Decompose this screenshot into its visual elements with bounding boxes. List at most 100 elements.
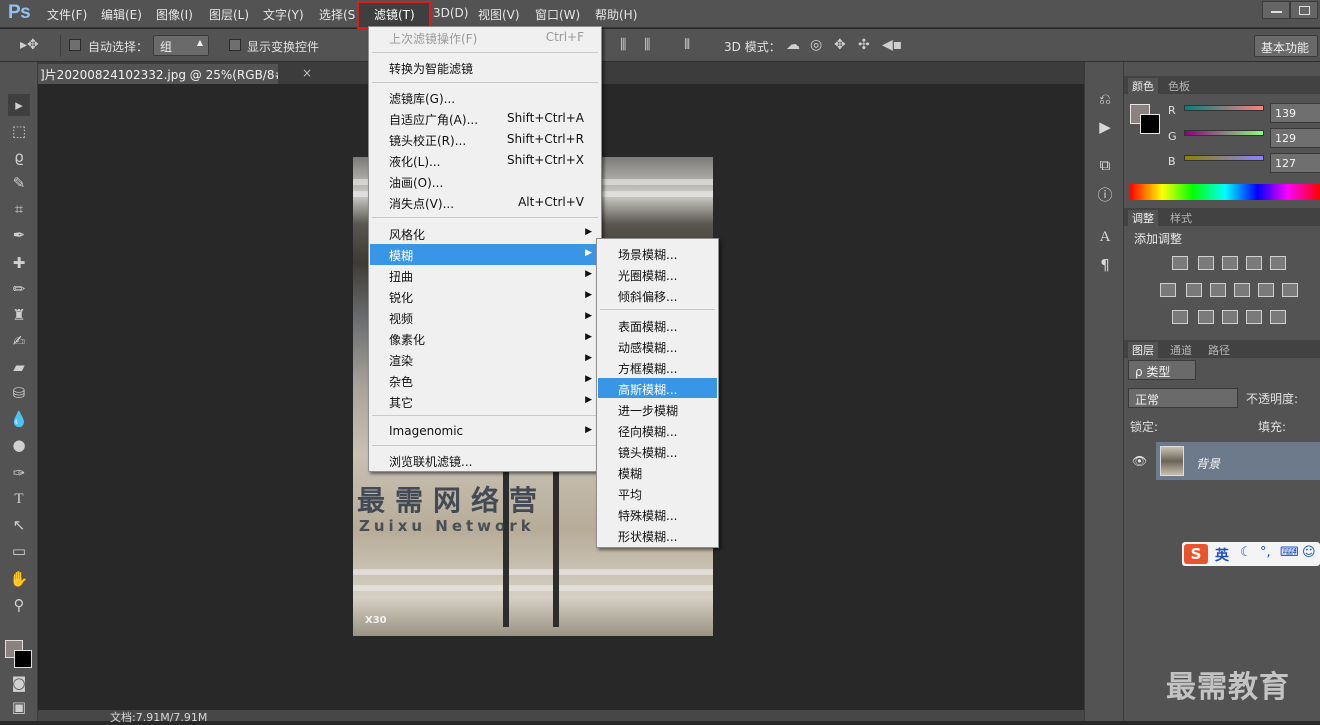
menu-edit[interactable]: 编辑(E): [101, 6, 142, 23]
brightness-icon[interactable]: [1172, 256, 1188, 270]
info-icon[interactable]: ⓘ: [1096, 186, 1114, 204]
tab-color[interactable]: 颜色: [1128, 78, 1158, 94]
3d-roll-icon[interactable]: ◎: [810, 37, 822, 53]
vibrance-icon[interactable]: [1270, 256, 1286, 270]
quick-mask-icon[interactable]: ◙: [8, 672, 30, 694]
type-tool-icon[interactable]: T: [8, 488, 30, 510]
screen-mode-icon[interactable]: ▣: [8, 696, 30, 718]
menu-type[interactable]: 文字(Y): [263, 6, 304, 23]
menu-item-filter-gallery[interactable]: 滤镜库(G)...: [370, 87, 600, 108]
menu-item-browse-online[interactable]: 浏览联机滤镜...: [370, 450, 600, 471]
menu-item-smart-blur[interactable]: 特殊模糊...: [598, 504, 717, 524]
menu-item-last-filter[interactable]: 上次滤镜操作(F) Ctrl+F: [370, 27, 600, 48]
workspace-button[interactable]: 基本功能: [1254, 35, 1318, 57]
blue-slider[interactable]: [1184, 155, 1264, 161]
menu-item-tilt-shift[interactable]: 倾斜偏移...: [598, 285, 717, 305]
distribute-icon[interactable]: ⦀: [684, 37, 690, 53]
menu-3d[interactable]: 3D(D): [433, 6, 468, 20]
layer-kind-filter[interactable]: ρ 类型: [1128, 360, 1196, 380]
menu-file[interactable]: 文件(F): [47, 6, 87, 23]
menu-item-surface-blur[interactable]: 表面模糊...: [598, 315, 717, 335]
healing-tool-icon[interactable]: ✚: [8, 252, 30, 274]
menu-item-liquify[interactable]: 液化(L)... Shift+Ctrl+X: [370, 150, 600, 171]
red-value[interactable]: 139: [1270, 103, 1320, 123]
menu-item-shape-blur[interactable]: 形状模糊...: [598, 525, 717, 545]
pen-tool-icon[interactable]: ✑: [8, 462, 30, 484]
menu-item-convert-smart-filter[interactable]: 转换为智能滤镜: [370, 57, 600, 78]
eyedropper-tool-icon[interactable]: ✒: [8, 224, 30, 246]
punctuation-icon[interactable]: °,: [1260, 545, 1271, 560]
color-panel-background[interactable]: [1140, 114, 1160, 134]
levels-icon[interactable]: [1198, 256, 1214, 270]
menu-item-noise[interactable]: 杂色 ▶: [370, 370, 600, 391]
ime-toolbar[interactable]: S 英 ☾ °, ⌨ ☺: [1182, 542, 1320, 566]
restore-button[interactable]: [1290, 1, 1318, 19]
show-transform-checkbox[interactable]: [229, 39, 241, 51]
menu-item-iris-blur[interactable]: 光圈模糊...: [598, 264, 717, 284]
hue-saturation-icon[interactable]: [1160, 283, 1176, 297]
3d-rotate-icon[interactable]: ☁: [786, 37, 800, 53]
path-select-icon[interactable]: ↖: [8, 514, 30, 536]
menu-item-render[interactable]: 渲染 ▶: [370, 349, 600, 370]
menu-layer[interactable]: 图层(L): [209, 6, 249, 23]
menu-filter[interactable]: 滤镜(T): [374, 6, 415, 23]
channel-mixer-icon[interactable]: [1258, 283, 1274, 297]
menu-item-box-blur[interactable]: 方框模糊...: [598, 357, 717, 377]
3d-icon[interactable]: ⧉: [1096, 156, 1114, 174]
document-tab[interactable]: ]片20200824102332.jpg @ 25%(RGB/8#): [38, 64, 278, 84]
3d-camera-icon[interactable]: ◀▪: [882, 37, 902, 53]
menu-window[interactable]: 窗口(W): [535, 6, 580, 23]
menu-item-pixelate[interactable]: 像素化 ▶: [370, 328, 600, 349]
layer-name[interactable]: 背景: [1196, 455, 1220, 472]
moon-icon[interactable]: ☾: [1240, 545, 1252, 560]
menu-item-other[interactable]: 其它 ▶: [370, 391, 600, 412]
brush-tool-icon[interactable]: ✏: [8, 278, 30, 300]
color-balance-icon[interactable]: [1186, 283, 1202, 297]
character-icon[interactable]: A: [1096, 228, 1114, 246]
close-tab-icon[interactable]: ×: [302, 66, 312, 80]
rectangle-tool-icon[interactable]: ▭: [8, 540, 30, 562]
menu-item-lens-correction[interactable]: 镜头校正(R)... Shift+Ctrl+R: [370, 129, 600, 150]
black-white-icon[interactable]: [1210, 283, 1226, 297]
menu-item-oil-paint[interactable]: 油画(O)...: [370, 171, 600, 192]
invert-icon[interactable]: [1172, 310, 1188, 324]
menu-item-field-blur[interactable]: 场景模糊...: [598, 243, 717, 263]
exposure-icon[interactable]: [1246, 256, 1262, 270]
green-slider[interactable]: [1184, 130, 1264, 136]
photo-filter-icon[interactable]: [1234, 283, 1250, 297]
crop-tool-icon[interactable]: ⌗: [8, 198, 30, 220]
curves-icon[interactable]: [1222, 256, 1238, 270]
menu-item-video[interactable]: 视频 ▶: [370, 307, 600, 328]
menu-item-adaptive-wide[interactable]: 自适应广角(A)... Shift+Ctrl+A: [370, 108, 600, 129]
menu-item-gaussian-blur[interactable]: 高斯模糊...: [598, 378, 717, 398]
user-icon[interactable]: ☺: [1302, 545, 1316, 560]
minimize-button[interactable]: [1262, 1, 1290, 19]
menu-view[interactable]: 视图(V): [478, 6, 520, 23]
visibility-eye-icon[interactable]: 👁: [1132, 454, 1147, 468]
threshold-icon[interactable]: [1222, 310, 1238, 324]
menu-item-motion-blur[interactable]: 动感模糊...: [598, 336, 717, 356]
tab-swatches[interactable]: 色板: [1168, 78, 1190, 94]
actions-icon[interactable]: ▶: [1096, 118, 1114, 136]
menu-item-lens-blur[interactable]: 镜头模糊...: [598, 441, 717, 461]
menu-item-distort[interactable]: 扭曲 ▶: [370, 265, 600, 286]
green-value[interactable]: 129: [1270, 128, 1320, 148]
blend-mode-select[interactable]: 正常: [1128, 388, 1238, 408]
history-icon[interactable]: ⎌: [1096, 90, 1114, 108]
dodge-tool-icon[interactable]: ●: [8, 434, 30, 456]
stamp-tool-icon[interactable]: ♜: [8, 304, 30, 326]
menu-item-average[interactable]: 平均: [598, 483, 717, 503]
selective-color-icon[interactable]: [1270, 310, 1286, 324]
lasso-tool-icon[interactable]: ϱ: [8, 146, 30, 168]
menu-item-vanishing-point[interactable]: 消失点(V)... Alt+Ctrl+V: [370, 192, 600, 213]
menu-item-imagenomic[interactable]: Imagenomic ▶: [370, 421, 600, 442]
blue-value[interactable]: 127: [1270, 153, 1320, 173]
quick-select-tool-icon[interactable]: ✎: [8, 172, 30, 194]
hand-tool-icon[interactable]: ✋: [8, 568, 30, 590]
menu-help[interactable]: 帮助(H): [595, 6, 637, 23]
blur-tool-icon[interactable]: 💧: [8, 408, 30, 430]
color-spectrum[interactable]: [1130, 184, 1320, 200]
menu-item-blur[interactable]: 模糊: [598, 462, 717, 482]
background-color-swatch[interactable]: [14, 650, 32, 668]
tab-paths[interactable]: 路径: [1208, 342, 1230, 358]
